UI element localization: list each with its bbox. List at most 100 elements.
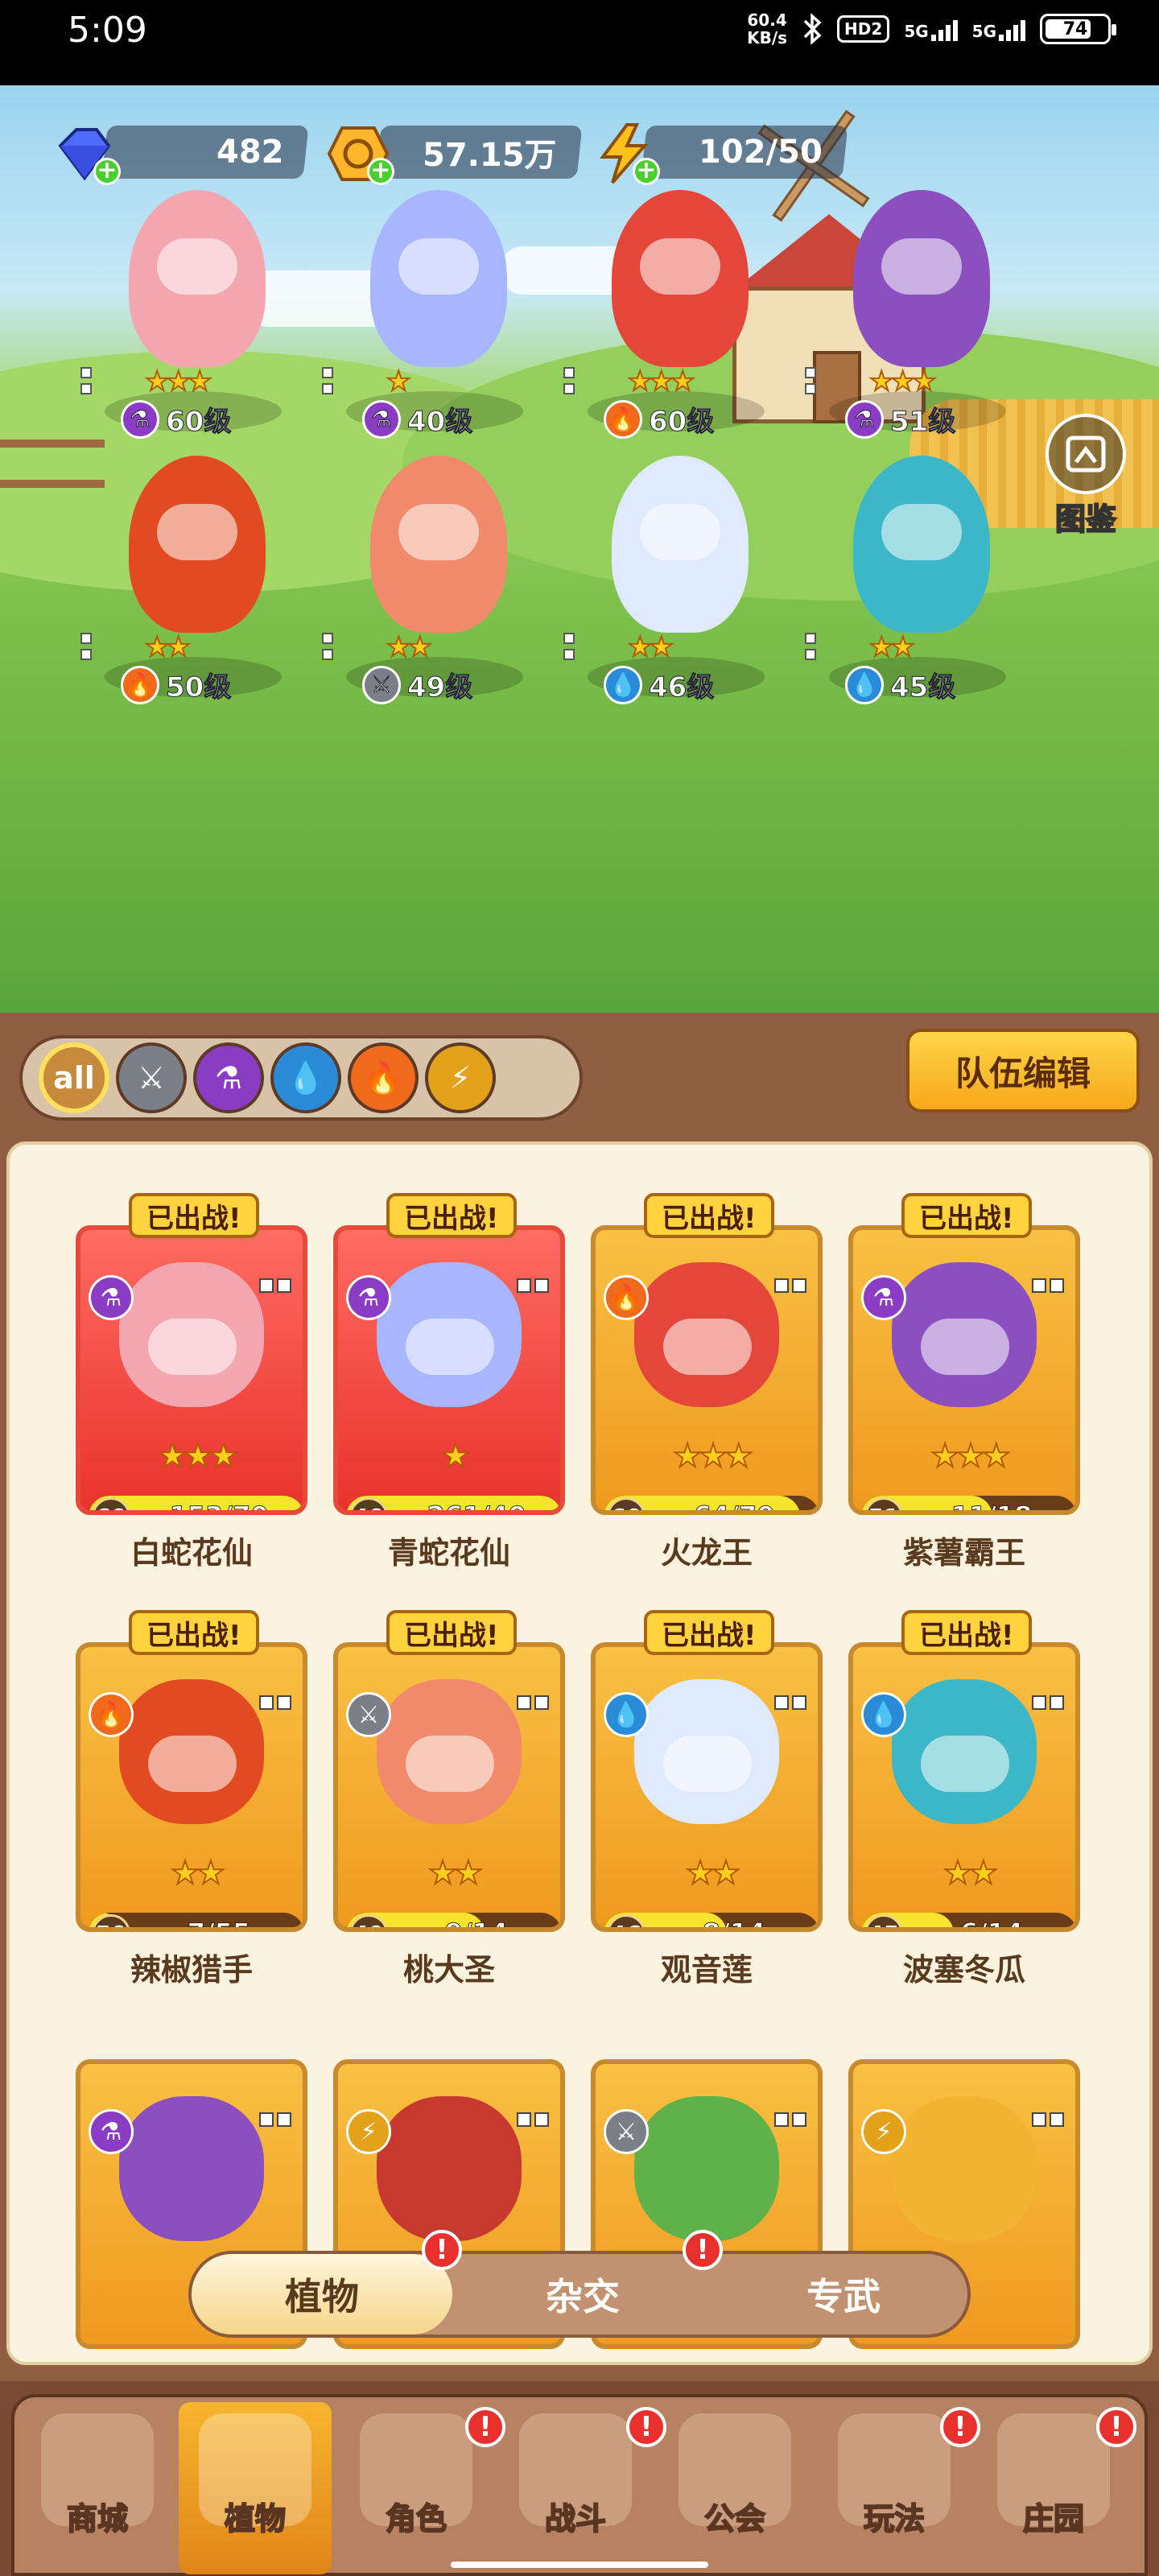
- alert-icon: !: [422, 2230, 462, 2270]
- slot-indicator: [1032, 1695, 1064, 1710]
- filter-water-button[interactable]: 💧: [270, 1042, 341, 1113]
- energy-counter: 102/50: [641, 126, 848, 179]
- plant-name: 青蛇花仙: [387, 1535, 510, 1571]
- filter-thunder-button[interactable]: ⚡: [425, 1042, 496, 1113]
- signal-1: 5G: [904, 17, 958, 41]
- slot-indicator: [322, 633, 333, 660]
- plant-card[interactable]: ⚗ ★★★ 60 153/70 已出战! 白蛇花仙: [76, 1193, 307, 1571]
- codex-button[interactable]: 图鉴: [1033, 414, 1138, 538]
- alert-icon: !: [465, 2407, 505, 2447]
- plant-card[interactable]: 💧 ★★ 46 8/14 已出战! 观音莲: [591, 1610, 823, 1988]
- team-hero[interactable]: ★★★ 🔥 60级: [555, 174, 797, 448]
- fire-icon: 🔥: [604, 1275, 649, 1320]
- potion-icon: ⚗: [89, 2109, 134, 2154]
- tab-hybrid[interactable]: 杂交: [452, 2254, 713, 2334]
- water-drop-icon: 💧: [845, 665, 884, 704]
- team-hero[interactable]: ★★ ⚔ 49级: [314, 440, 555, 713]
- team-hero[interactable]: ★★★ ⚗ 51级: [797, 174, 1038, 448]
- filter-all-button[interactable]: all: [39, 1042, 109, 1113]
- hero-level: 🔥 60级: [604, 399, 715, 439]
- status-bar: 5:09 60.4 KB/s HD2 5G 5G 74: [0, 0, 1159, 85]
- slot-indicator: [259, 2112, 291, 2127]
- plant-name: 观音莲: [660, 1952, 753, 1988]
- alert-icon: !: [940, 2407, 980, 2447]
- deployed-badge: 已出战!: [129, 1193, 259, 1238]
- tab-exclusive-weapons[interactable]: 专武: [713, 2254, 974, 2334]
- team-hero[interactable]: ★★ 💧 46级: [555, 440, 797, 713]
- team-hero[interactable]: ★★★ ⚗ 60级: [72, 174, 314, 448]
- fragment-progress-bar: 46 8/14: [604, 1913, 818, 1928]
- star-rating: ★★: [868, 630, 916, 664]
- potion-icon: ⚗: [861, 1275, 906, 1320]
- progress-text: 11/18: [906, 1501, 1075, 1511]
- slot-indicator: [322, 367, 333, 394]
- fire-icon: 🔥: [364, 1059, 402, 1096]
- alert-icon: !: [683, 2230, 723, 2270]
- fire-icon: 🔥: [604, 399, 642, 439]
- progress-text: 64/70: [649, 1501, 818, 1511]
- nav-guild[interactable]: 公会: [658, 2402, 811, 2574]
- filter-fire-button[interactable]: 🔥: [348, 1042, 419, 1113]
- signal-bars-icon: [999, 17, 1025, 41]
- nav-bar: 商城 植物 角色 战斗 公会 玩法 庄园 ! ! ! !: [11, 2394, 1148, 2576]
- team-hero[interactable]: ★★ 🔥 50级: [72, 440, 314, 713]
- deployed-badge: 已出战!: [644, 1193, 774, 1238]
- plant-portrait: [634, 2096, 779, 2241]
- deployed-badge: 已出战!: [901, 1193, 1032, 1238]
- progress-text: 7/55: [134, 1918, 303, 1928]
- slot-indicator: [517, 2112, 549, 2127]
- star-rating: ★★★: [157, 1437, 239, 1476]
- slot-indicator: [774, 2112, 806, 2127]
- plant-card[interactable]: 🔥 ★★★ 60 64/70 已出战! 火龙王: [591, 1193, 823, 1571]
- slot-indicator: [563, 633, 575, 660]
- status-time: 5:09: [68, 10, 147, 51]
- fragment-progress-bar: 50 7/55: [89, 1913, 303, 1928]
- plant-card[interactable]: ⚔ ★★ 49 9/14 已出战! 桃大圣: [333, 1610, 565, 1988]
- sword-icon: ⚔: [137, 1060, 166, 1096]
- team-hero[interactable]: ★★ 💧 45级: [797, 440, 1038, 713]
- potion-icon: ⚗: [362, 399, 401, 439]
- plant-card[interactable]: 💧 ★★ 45 6/14 已出战! 波塞冬瓜: [848, 1610, 1080, 1988]
- alert-icon: !: [1096, 2407, 1136, 2447]
- star-rating: ★★: [942, 1854, 999, 1893]
- gold-counter: 57.15万: [375, 126, 583, 179]
- team-edit-button[interactable]: 队伍编辑: [906, 1029, 1140, 1113]
- plant-name: 辣椒猎手: [130, 1952, 253, 1988]
- water-drop-icon: 💧: [287, 1059, 325, 1096]
- fragment-progress-bar: 60 153/70: [89, 1496, 303, 1510]
- plant-card[interactable]: 🔥 ★★ 50 7/55 已出战! 辣椒猎手: [76, 1610, 307, 1988]
- lightning-icon: ⚡: [449, 1060, 472, 1096]
- plant-name: 波塞冬瓜: [902, 1952, 1025, 1988]
- nav-plants[interactable]: 植物: [179, 2402, 332, 2574]
- lightning-icon: ⚡: [346, 2109, 391, 2154]
- progress-text: 261/40: [391, 1501, 560, 1511]
- filter-bar: all ⚔ ⚗ 💧 🔥 ⚡ 队伍编辑: [0, 1013, 1159, 1133]
- team-hero[interactable]: ★ ⚗ 40级: [314, 174, 555, 448]
- hero-level: ⚗ 60级: [121, 399, 232, 439]
- filter-metal-button[interactable]: ⚔: [116, 1042, 187, 1113]
- team-scene: 482 + 57.15万 + 102/50 + 图鉴 ★★★ ⚗ 60级 ★ ⚗ 4…: [0, 85, 1159, 1013]
- fragment-progress-bar: 60 64/70: [604, 1496, 818, 1511]
- alert-icon: !: [626, 2407, 666, 2447]
- nav-shop[interactable]: 商城: [21, 2402, 174, 2574]
- progress-text: 8/14: [649, 1918, 818, 1928]
- slot-indicator: [259, 1278, 291, 1293]
- star-rating: ★★★: [930, 1437, 1012, 1476]
- plant-name: 火龙王: [660, 1535, 753, 1571]
- status-icons: 60.4 KB/s HD2 5G 5G 74: [747, 11, 1116, 47]
- plant-card[interactable]: ⚗ ★ 40 261/40 已出战! 青蛇花仙: [333, 1193, 565, 1571]
- slot-indicator: [80, 633, 92, 660]
- star-rating: ★★: [427, 1854, 484, 1893]
- hero-level: 💧 46级: [604, 665, 715, 704]
- hero-level: 💧 45级: [845, 665, 956, 704]
- signal-2: 5G: [972, 17, 1025, 41]
- filter-purple-button[interactable]: ⚗: [193, 1042, 264, 1113]
- deployed-badge: 已出战!: [644, 1610, 774, 1655]
- plant-portrait: [119, 2096, 264, 2241]
- fragment-progress-bar: 49 9/14: [346, 1913, 560, 1927]
- plant-card[interactable]: ⚗ ★★★ 51 11/18 已出战! 紫薯霸王: [848, 1193, 1080, 1571]
- deployed-badge: 已出战!: [386, 1610, 517, 1655]
- deployed-badge: 已出战!: [901, 1610, 1032, 1655]
- tab-plants[interactable]: 植物: [192, 2254, 452, 2334]
- star-rating: ★★: [685, 1854, 741, 1893]
